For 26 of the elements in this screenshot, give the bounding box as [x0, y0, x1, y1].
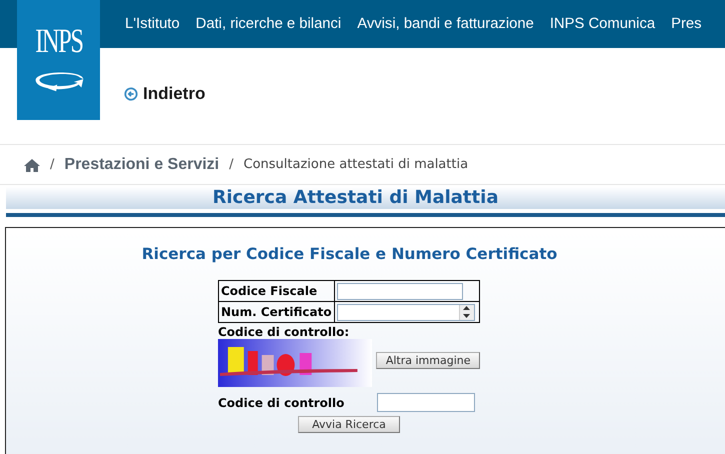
- breadcrumb-current: Consultazione attestati di malattia: [244, 157, 468, 172]
- field-label: Codice Fiscale: [218, 280, 334, 302]
- nav-link[interactable]: Avvisi, bandi e fatturazione: [357, 16, 534, 32]
- inps-logo[interactable]: INPS: [17, 0, 100, 120]
- field-label: Num. Certificato: [218, 302, 334, 322]
- down-arrow-icon[interactable]: [463, 314, 470, 318]
- form-heading: Ricerca per Codice Fiscale e Numero Certificato: [140, 245, 558, 263]
- back-link[interactable]: Indietro: [124, 84, 206, 104]
- breadcrumb-link[interactable]: Prestazioni e Servizi: [64, 156, 220, 174]
- nav-link[interactable]: INPS Comunica: [550, 16, 656, 32]
- code-input-field[interactable]: [377, 393, 475, 412]
- nav-link[interactable]: Dati, ricerche e bilanci: [196, 16, 342, 32]
- text-input-field[interactable]: [336, 282, 463, 300]
- page-title: Ricerca Attestati di Malattia: [212, 187, 498, 209]
- breadcrumb-separator: /: [50, 157, 54, 172]
- search-button[interactable]: Avvia Ricerca: [298, 416, 400, 433]
- logo-text: INPS: [34, 24, 82, 60]
- number-input-field[interactable]: [336, 304, 475, 320]
- nav-link[interactable]: L'Istituto: [125, 16, 180, 32]
- new-image-button[interactable]: Altra immagine: [376, 352, 480, 368]
- captcha-label: Codice di controllo:: [218, 325, 350, 339]
- code-label: Codice di controllo: [218, 396, 346, 410]
- up-arrow-icon[interactable]: [463, 306, 470, 310]
- breadcrumb-separator: /: [229, 157, 234, 172]
- home-icon[interactable]: [24, 158, 40, 172]
- nav-link[interactable]: Pres: [671, 16, 702, 32]
